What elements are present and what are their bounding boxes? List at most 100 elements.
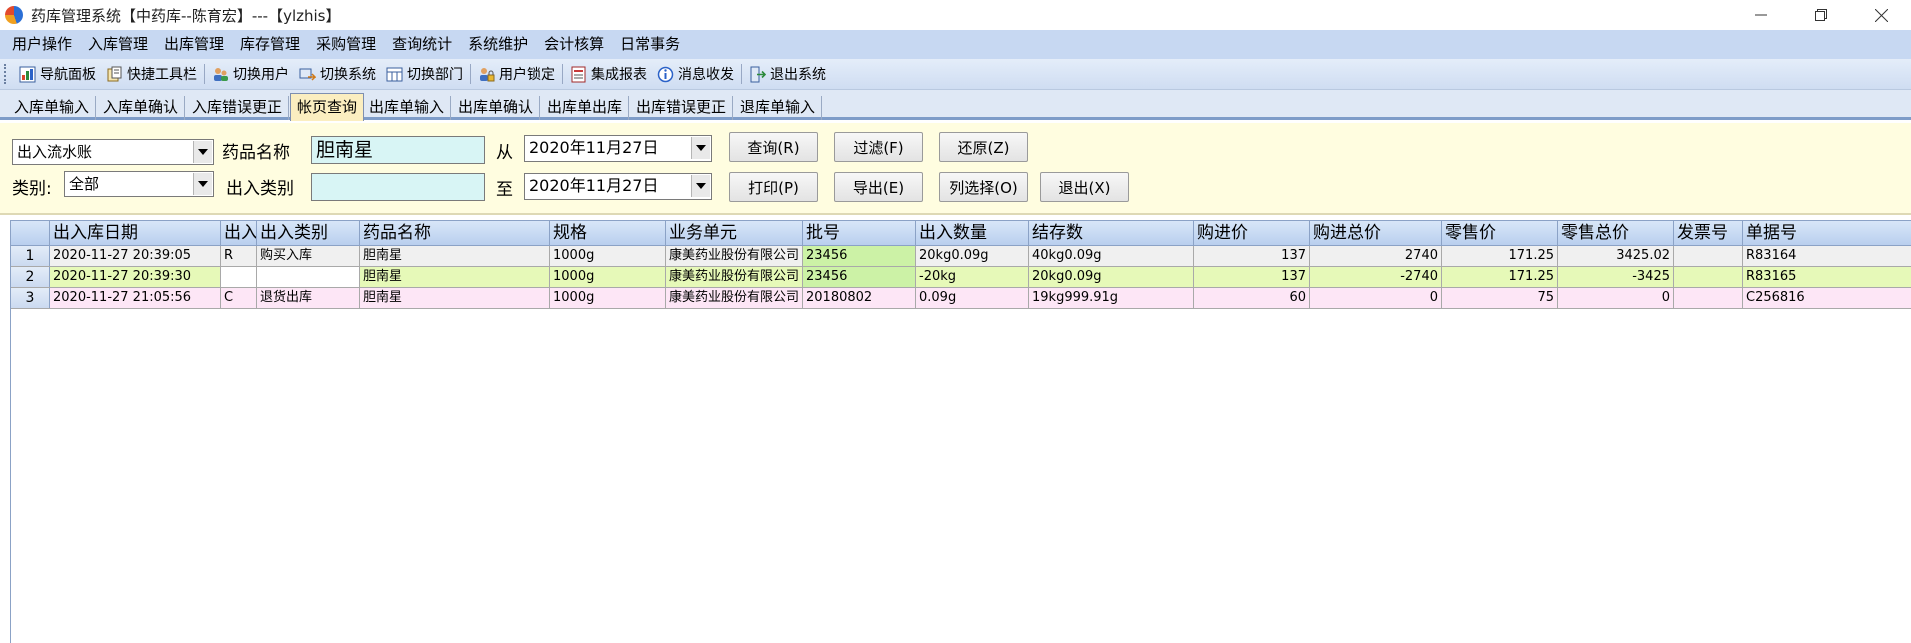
toolbar-grip[interactable] — [4, 64, 8, 84]
tab-inbound-confirm[interactable]: 入库单确认 — [97, 96, 186, 120]
exit-button[interactable]: 退出(X) — [1040, 172, 1129, 202]
cell-invoice[interactable] — [1674, 246, 1743, 266]
cell-drug-name[interactable]: 胆南星 — [360, 267, 550, 287]
column-select-button[interactable]: 列选择(O) — [939, 172, 1028, 202]
cell-retail-total[interactable]: 3425.02 — [1558, 246, 1674, 266]
cell-purchase-total[interactable]: 2740 — [1310, 246, 1442, 266]
menu-system[interactable]: 系统维护 — [460, 30, 536, 59]
menu-daily[interactable]: 日常事务 — [612, 30, 688, 59]
cell-direction[interactable]: C — [221, 288, 257, 308]
tab-return-entry[interactable]: 退库单输入 — [734, 96, 823, 120]
menu-query-stats[interactable]: 查询统计 — [384, 30, 460, 59]
column-header-io-type[interactable]: 出入类别 — [257, 221, 360, 246]
cell-batch[interactable]: 23456 — [803, 267, 916, 287]
io-type-input[interactable] — [311, 173, 485, 201]
cell-invoice[interactable] — [1674, 267, 1743, 287]
cell-date[interactable]: 2020-11-27 20:39:30 — [50, 267, 221, 287]
cell-retail-price[interactable]: 171.25 — [1442, 267, 1558, 287]
exit-system-button[interactable]: 退出系统 — [744, 61, 831, 87]
query-button[interactable]: 查询(R) — [729, 132, 818, 162]
column-header-purchase-total[interactable]: 购进总价 — [1310, 221, 1442, 246]
tab-inbound-entry[interactable]: 入库单输入 — [8, 96, 97, 120]
minimize-button[interactable] — [1731, 0, 1791, 30]
table-row[interactable]: 1 2020-11-27 20:39:05 R 购买入库 胆南星 1000g 康… — [11, 246, 1911, 267]
print-button[interactable]: 打印(P) — [729, 172, 818, 202]
close-button[interactable] — [1851, 0, 1911, 30]
switch-system-button[interactable]: 切换系统 — [294, 61, 381, 87]
menu-accounting[interactable]: 会计核算 — [536, 30, 612, 59]
chevron-down-icon[interactable] — [691, 137, 710, 159]
tab-outbound-confirm[interactable]: 出库单确认 — [452, 96, 541, 120]
cell-drug-name[interactable]: 胆南星 — [360, 288, 550, 308]
message-button[interactable]: 消息收发 — [652, 61, 739, 87]
restore-filter-button[interactable]: 还原(Z) — [939, 132, 1028, 162]
menu-inventory[interactable]: 库存管理 — [232, 30, 308, 59]
ledger-grid[interactable]: 出入库日期 出入 出入类别 药品名称 规格 业务单元 批号 出入数量 结存数 购… — [10, 220, 1911, 643]
cell-spec[interactable]: 1000g — [550, 288, 666, 308]
column-header-balance[interactable]: 结存数 — [1029, 221, 1194, 246]
column-header-business-unit[interactable]: 业务单元 — [666, 221, 803, 246]
menu-outbound[interactable]: 出库管理 — [156, 30, 232, 59]
cell-purchase-price[interactable]: 137 — [1194, 246, 1310, 266]
report-button[interactable]: 集成报表 — [565, 61, 652, 87]
column-header-drug-name[interactable]: 药品名称 — [360, 221, 550, 246]
cell-purchase-total[interactable]: -2740 — [1310, 267, 1442, 287]
switch-user-button[interactable]: 切换用户 — [207, 61, 294, 87]
tab-ledger-query[interactable]: 帐页查询 — [290, 93, 365, 121]
tab-inbound-correction[interactable]: 入库错误更正 — [186, 96, 290, 120]
cell-direction[interactable]: R — [221, 246, 257, 266]
cell-direction[interactable] — [221, 267, 257, 287]
cell-spec[interactable]: 1000g — [550, 246, 666, 266]
table-row[interactable]: 3 2020-11-27 21:05:56 C 退货出库 胆南星 1000g 康… — [11, 288, 1911, 309]
category-select[interactable]: 全部 — [64, 171, 214, 197]
cell-io-type[interactable]: 购买入库 — [257, 246, 360, 266]
report-type-select[interactable]: 出入流水账 — [12, 139, 214, 165]
column-header-retail-price[interactable]: 零售价 — [1442, 221, 1558, 246]
cell-batch[interactable]: 20180802 — [803, 288, 916, 308]
drug-name-input[interactable]: 胆南星 — [311, 136, 485, 164]
cell-invoice[interactable] — [1674, 288, 1743, 308]
cell-balance[interactable]: 20kg0.09g — [1029, 267, 1194, 287]
cell-purchase-price[interactable]: 137 — [1194, 267, 1310, 287]
tab-outbound-correction[interactable]: 出库错误更正 — [630, 96, 734, 120]
export-button[interactable]: 导出(E) — [834, 172, 923, 202]
cell-doc-no[interactable]: R83165 — [1743, 267, 1911, 287]
chevron-down-icon[interactable] — [193, 141, 212, 163]
cell-quantity[interactable]: 0.09g — [916, 288, 1029, 308]
column-header-invoice[interactable]: 发票号 — [1674, 221, 1743, 246]
cell-balance[interactable]: 40kg0.09g — [1029, 246, 1194, 266]
switch-department-button[interactable]: 切换部门 — [381, 61, 468, 87]
filter-button[interactable]: 过滤(F) — [834, 132, 923, 162]
column-header-purchase-price[interactable]: 购进价 — [1194, 221, 1310, 246]
cell-purchase-price[interactable]: 60 — [1194, 288, 1310, 308]
cell-date[interactable]: 2020-11-27 20:39:05 — [50, 246, 221, 266]
cell-io-type[interactable]: 退货出库 — [257, 288, 360, 308]
cell-date[interactable]: 2020-11-27 21:05:56 — [50, 288, 221, 308]
cell-retail-total[interactable]: 0 — [1558, 288, 1674, 308]
cell-quantity[interactable]: -20kg — [916, 267, 1029, 287]
column-header-date[interactable]: 出入库日期 — [50, 221, 221, 246]
cell-business-unit[interactable]: 康美药业股份有限公司 — [666, 246, 803, 266]
cell-business-unit[interactable]: 康美药业股份有限公司 — [666, 267, 803, 287]
cell-business-unit[interactable]: 康美药业股份有限公司 — [666, 288, 803, 308]
menu-inbound[interactable]: 入库管理 — [80, 30, 156, 59]
column-header-direction[interactable]: 出入 — [221, 221, 257, 246]
from-date-picker[interactable]: 2020年11月27日 — [524, 135, 712, 162]
cell-batch[interactable]: 23456 — [803, 246, 916, 266]
column-header-spec[interactable]: 规格 — [550, 221, 666, 246]
cell-balance[interactable]: 19kg999.91g — [1029, 288, 1194, 308]
cell-retail-price[interactable]: 75 — [1442, 288, 1558, 308]
column-header-quantity[interactable]: 出入数量 — [916, 221, 1029, 246]
cell-quantity[interactable]: 20kg0.09g — [916, 246, 1029, 266]
cell-purchase-total[interactable]: 0 — [1310, 288, 1442, 308]
table-row[interactable]: 2 2020-11-27 20:39:30 胆南星 1000g 康美药业股份有限… — [11, 267, 1911, 288]
cell-drug-name[interactable]: 胆南星 — [360, 246, 550, 266]
cell-retail-price[interactable]: 171.25 — [1442, 246, 1558, 266]
tab-outbound-entry[interactable]: 出库单输入 — [363, 96, 452, 120]
chevron-down-icon[interactable] — [193, 173, 212, 195]
to-date-picker[interactable]: 2020年11月27日 — [524, 173, 712, 200]
chevron-down-icon[interactable] — [691, 175, 710, 197]
column-header-batch[interactable]: 批号 — [803, 221, 916, 246]
cell-retail-total[interactable]: -3425 — [1558, 267, 1674, 287]
cell-io-type[interactable] — [257, 267, 360, 287]
